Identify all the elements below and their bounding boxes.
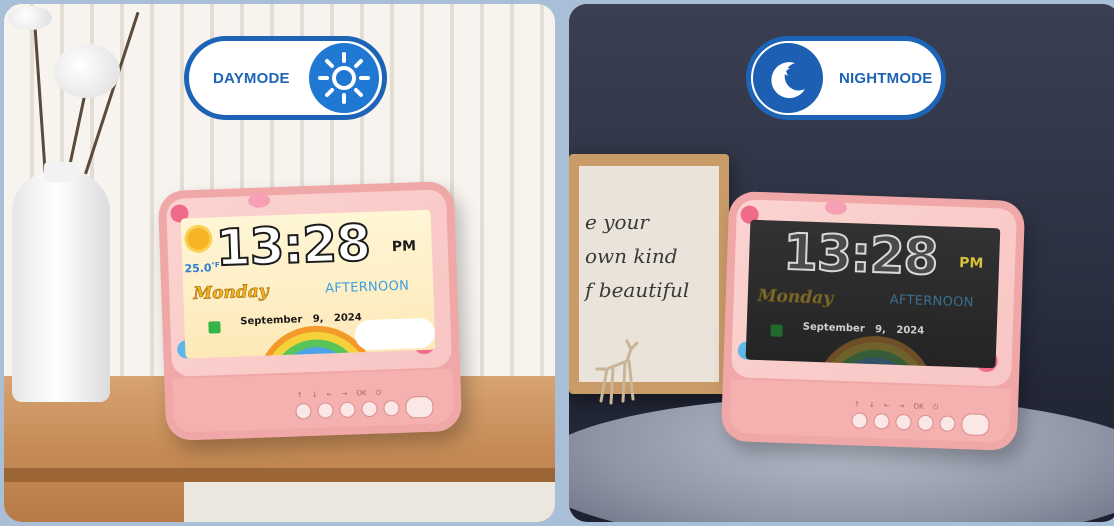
left-label: ←: [883, 401, 890, 410]
down-label: ↓: [868, 400, 875, 410]
cotton-boll: [8, 6, 52, 30]
right-button[interactable]: [917, 414, 934, 432]
right-button[interactable]: [361, 400, 378, 418]
ok-label: OK: [356, 389, 367, 398]
day-screen: 13:28 PM 25.0°F Monday AFTERNOON Septemb…: [180, 209, 436, 359]
frame-text-line: f beautiful: [585, 278, 690, 302]
ok-label: OK: [913, 402, 924, 411]
deer-figurine: [595, 339, 639, 405]
calendar-icon: [208, 321, 221, 334]
down-label: ↓: [311, 390, 318, 399]
period-label: AFTERNOON: [324, 278, 410, 297]
clock-time: 13:28: [214, 213, 372, 278]
cabinet: [184, 482, 555, 522]
clock-device: 13:28 PM Monday AFTERNOON September 9, 2…: [720, 190, 1026, 452]
power-button[interactable]: [405, 395, 434, 419]
daymode-label: DAYMODE: [213, 69, 290, 87]
nightmode-badge: NIGHTMODE: [746, 36, 946, 120]
temperature-unit: °F: [211, 261, 220, 270]
up-button[interactable]: [851, 412, 868, 429]
ampm-indicator: PM: [958, 254, 984, 272]
power-button[interactable]: [961, 413, 990, 437]
night-screen: 13:28 PM Monday AFTERNOON September 9, 2…: [745, 219, 1001, 369]
temperature-value: 25.0: [184, 261, 212, 276]
right-label: →: [341, 389, 348, 398]
daymode-badge: DAYMODE: [184, 36, 387, 120]
nightmode-label: NIGHTMODE: [839, 69, 933, 87]
period-label: AFTERNOON: [889, 292, 974, 311]
ampm-indicator: PM: [391, 238, 417, 256]
up-label: ↑: [853, 400, 861, 409]
clock-time: 13:28: [781, 222, 939, 287]
cotton-boll: [54, 44, 120, 98]
power-label: ⏻: [932, 403, 939, 412]
night-mode-panel: e your own kind f beautiful NIGHTMODE 13…: [569, 4, 1114, 522]
day-mode-panel: DAYMODE 13:28 PM 25.0°F Monday AFTERNOON…: [4, 4, 555, 522]
frame-text-line: own kind: [585, 244, 678, 268]
left-button[interactable]: [339, 401, 356, 419]
calendar-icon: [770, 324, 783, 337]
ok-button[interactable]: [383, 399, 400, 417]
ok-button[interactable]: [939, 415, 956, 432]
up-button[interactable]: [295, 403, 312, 420]
cloud-graphic: [354, 317, 436, 351]
left-label: ←: [326, 390, 333, 399]
moon-stars-icon: [753, 43, 823, 113]
table-edge: [4, 468, 555, 482]
right-label: →: [898, 401, 905, 411]
temperature-readout: 25.0°F: [184, 261, 220, 275]
frame-text-line: e your: [585, 210, 649, 234]
up-label: ↑: [296, 391, 303, 400]
left-button[interactable]: [895, 413, 912, 431]
weekday-label: Monday: [757, 285, 834, 309]
power-label: ⏻: [375, 388, 382, 397]
clock-device: 13:28 PM 25.0°F Monday AFTERNOON Septemb…: [157, 180, 463, 442]
date-label: September 9, 2024: [802, 321, 925, 337]
white-vase: [12, 162, 110, 402]
down-button[interactable]: [317, 402, 334, 419]
date-label: September 9, 2024: [240, 312, 362, 328]
down-button[interactable]: [873, 413, 890, 430]
sun-face-icon: [187, 227, 210, 251]
weekday-label: Monday: [192, 281, 270, 305]
sun-icon: [309, 43, 379, 113]
